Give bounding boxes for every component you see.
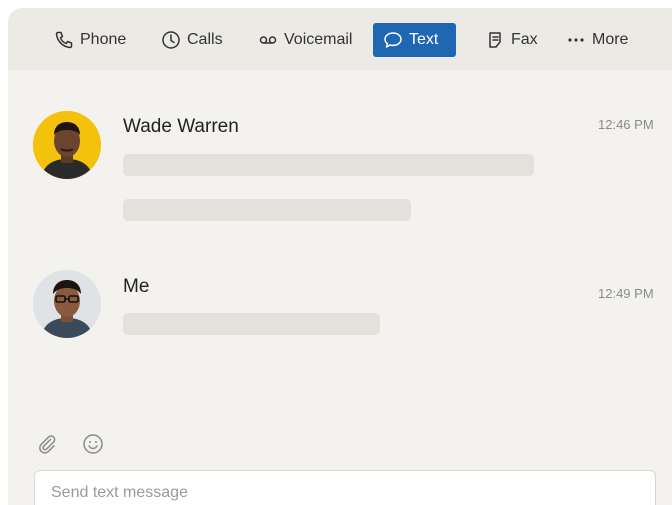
tab-phone-label: Phone bbox=[80, 31, 127, 48]
chat-bubble-icon bbox=[383, 30, 403, 50]
clock-icon bbox=[161, 30, 181, 50]
message-timestamp: 12:46 PM bbox=[598, 117, 654, 132]
message-placeholder-line bbox=[123, 199, 411, 221]
message-placeholder-line bbox=[123, 313, 380, 335]
avatar-me bbox=[33, 270, 101, 338]
avatar-wade-warren bbox=[33, 111, 101, 179]
tab-fax-label: Fax bbox=[511, 31, 538, 48]
tab-text-label: Text bbox=[409, 31, 439, 48]
emoji-icon[interactable] bbox=[82, 433, 104, 455]
paperclip-icon[interactable] bbox=[36, 433, 58, 455]
message-sender-name: Wade Warren bbox=[123, 116, 239, 137]
tab-more[interactable]: More bbox=[556, 23, 638, 57]
message-composer[interactable] bbox=[34, 470, 656, 505]
tab-text[interactable]: Text bbox=[373, 23, 456, 57]
tab-fax[interactable]: Fax bbox=[475, 23, 548, 57]
tab-calls[interactable]: Calls bbox=[151, 23, 233, 57]
message-placeholder-line bbox=[123, 154, 534, 176]
send-text-message-input[interactable] bbox=[49, 483, 645, 503]
fax-icon bbox=[485, 30, 505, 50]
message-timestamp: 12:49 PM bbox=[598, 286, 654, 301]
phone-icon bbox=[54, 30, 74, 50]
tab-voicemail[interactable]: Voicemail bbox=[248, 23, 362, 57]
more-dots-icon bbox=[566, 30, 586, 50]
message-sender-name: Me bbox=[123, 276, 150, 297]
tab-phone[interactable]: Phone bbox=[44, 23, 136, 57]
channel-toolbar: Phone Calls Voicemail Text Fax More bbox=[8, 8, 672, 70]
text-conversation-panel: Phone Calls Voicemail Text Fax More Wade… bbox=[8, 8, 672, 505]
tab-more-label: More bbox=[592, 31, 629, 48]
tab-voicemail-label: Voicemail bbox=[284, 31, 353, 48]
voicemail-icon bbox=[258, 30, 278, 50]
tab-calls-label: Calls bbox=[187, 31, 223, 48]
